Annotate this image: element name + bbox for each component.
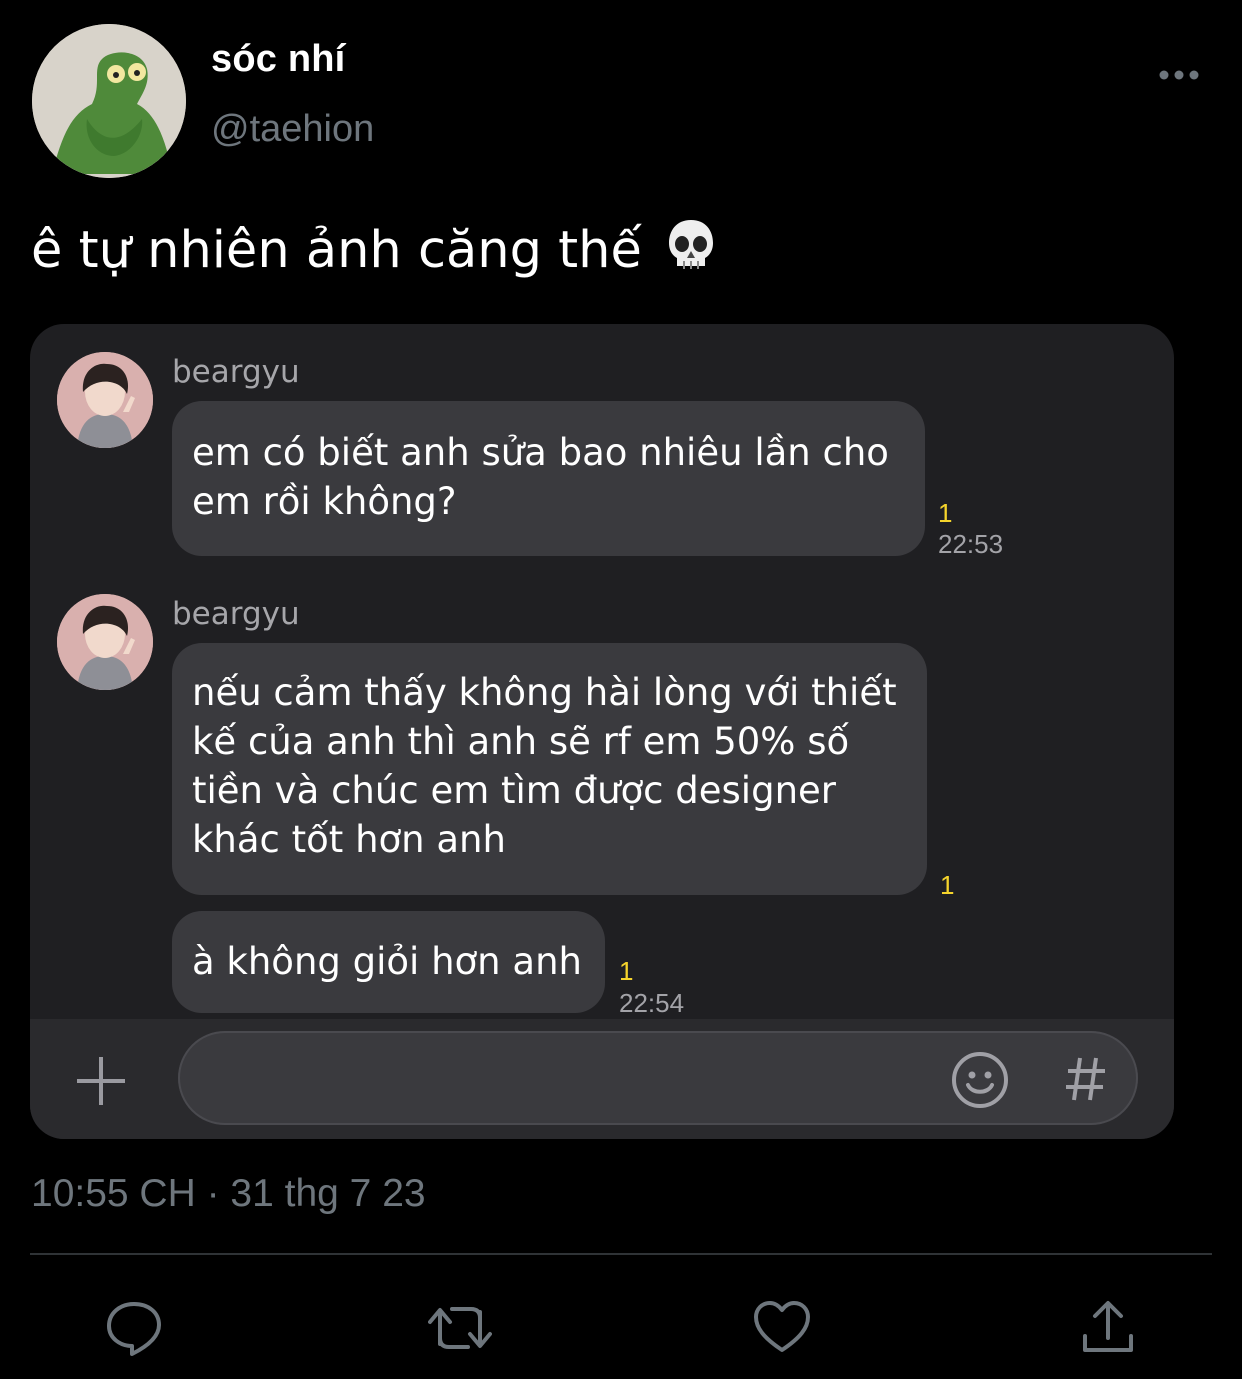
profile-avatar[interactable] <box>32 24 186 178</box>
share-icon[interactable] <box>1078 1298 1138 1358</box>
user-handle[interactable]: @taehion <box>211 108 374 151</box>
chat-input-bar <box>30 1019 1174 1139</box>
sender-name: beargyu <box>172 354 300 390</box>
display-name[interactable]: sóc nhí <box>211 38 345 81</box>
message-line: nếu cảm thấy không hài lòng với thiết <box>192 671 897 714</box>
message-line: em có biết anh sửa bao nhiêu lần cho <box>192 431 889 474</box>
tweet-text: ê tự nhiên ảnh căng thế <box>31 218 716 288</box>
kermit-avatar-image <box>32 24 186 178</box>
chat-screenshot[interactable]: beargyu em có biết anh sửa bao nhiêu lần… <box>30 324 1174 1139</box>
retweet-icon[interactable] <box>428 1298 492 1358</box>
chat-avatar <box>57 594 153 690</box>
unread-count: 1 <box>619 956 634 986</box>
message-bubble[interactable]: em có biết anh sửa bao nhiêu lần cho em … <box>172 401 925 556</box>
unread-count: 1 <box>940 870 955 900</box>
chat-avatar <box>57 352 153 448</box>
message-bubble[interactable]: à không giỏi hơn anh <box>172 911 605 1013</box>
message-line: kế của anh thì anh sẽ rf em 50% số <box>192 720 850 763</box>
hash-icon[interactable] <box>1064 1054 1108 1104</box>
like-icon[interactable] <box>752 1298 812 1358</box>
message-line: tiền và chúc em tìm được designer <box>192 769 836 812</box>
message-line: à không giỏi hơn anh <box>192 940 582 983</box>
sender-name: beargyu <box>172 596 300 632</box>
tweet-body: ê tự nhiên ảnh căng thế <box>31 221 642 280</box>
message-line: khác tốt hơn anh <box>192 818 506 861</box>
tweet-timestamp[interactable]: 10:55 CH · 31 thg 7 23 <box>31 1172 426 1216</box>
unread-count: 1 <box>938 498 953 528</box>
reply-icon[interactable] <box>104 1298 164 1358</box>
message-time: 22:53 <box>938 529 1004 559</box>
skull-icon <box>666 218 716 288</box>
more-options-icon[interactable] <box>1158 60 1202 86</box>
message-bubble[interactable]: nếu cảm thấy không hài lòng với thiết kế… <box>172 643 927 895</box>
message-time: 22:54 <box>619 988 685 1018</box>
message-line: em rồi không? <box>192 480 457 523</box>
plus-icon[interactable] <box>74 1054 128 1108</box>
divider <box>30 1253 1212 1255</box>
smiley-icon[interactable] <box>950 1050 1010 1110</box>
